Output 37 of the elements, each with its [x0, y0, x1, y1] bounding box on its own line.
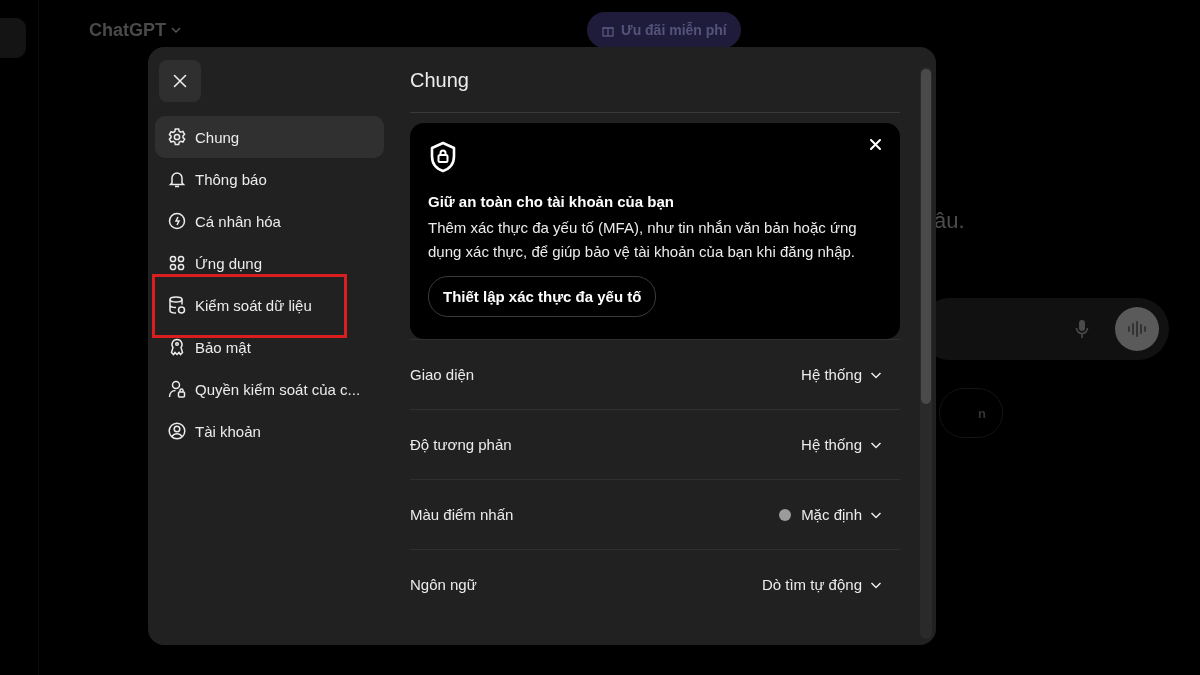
- microphone-icon: [1075, 319, 1089, 339]
- nav-item[interactable]: Kiểm soát dữ liệu: [155, 284, 384, 326]
- nav-item[interactable]: Chung: [155, 116, 384, 158]
- nav-item[interactable]: Bảo mật: [155, 326, 384, 368]
- dialog-title: Chung: [410, 47, 900, 113]
- close-icon: [173, 74, 187, 88]
- database-icon: [167, 295, 187, 315]
- setting-dropdown[interactable]: Hệ thống: [801, 366, 900, 383]
- grid-icon: [167, 253, 187, 273]
- waveform-icon: [1126, 321, 1148, 337]
- settings-icon: [167, 127, 187, 147]
- setting-label: Giao diện: [410, 366, 475, 383]
- nav-item[interactable]: Ứng dụng: [155, 242, 384, 284]
- card-description: Thêm xác thực đa yếu tố (MFA), như tin nhắn văn bản hoặc ứng dụng xác thực, để giúp bảo vệ tài khoản của bạn khi đăng nhập.: [428, 218, 858, 262]
- close-icon: [869, 138, 881, 150]
- setup-mfa-button[interactable]: Thiết lập xác thực đa yếu tố: [428, 276, 657, 317]
- setting-dropdown[interactable]: Mặc định: [779, 506, 900, 523]
- nav-item[interactable]: Tài khoản: [155, 410, 384, 452]
- setting-dropdown[interactable]: Hệ thống: [801, 436, 900, 453]
- nav-item[interactable]: Thông báo: [155, 158, 384, 200]
- scrollbar[interactable]: [920, 67, 932, 639]
- bell-icon: [167, 169, 187, 189]
- heading-text: âu.: [934, 208, 965, 234]
- person-lock-icon: [167, 379, 187, 399]
- nav-item[interactable]: Cá nhân hóa: [155, 200, 384, 242]
- dismiss-button[interactable]: [868, 137, 882, 151]
- voice-button[interactable]: [1115, 307, 1159, 351]
- close-button[interactable]: [159, 60, 201, 102]
- person-circle-icon: [167, 421, 187, 441]
- setting-label: Màu điểm nhấn: [410, 506, 514, 523]
- card-heading: Giữ an toàn cho tài khoản của bạn: [428, 193, 675, 210]
- setting-label: Ngôn ngữ: [410, 576, 477, 593]
- chevron-down-icon: [170, 24, 182, 36]
- setting-label: Độ tương phản: [410, 436, 512, 453]
- nav-item[interactable]: Quyền kiểm soát của c...: [155, 368, 384, 410]
- shield-lock-icon: [428, 141, 458, 173]
- setting-dropdown[interactable]: Dò tìm tự động: [761, 576, 900, 593]
